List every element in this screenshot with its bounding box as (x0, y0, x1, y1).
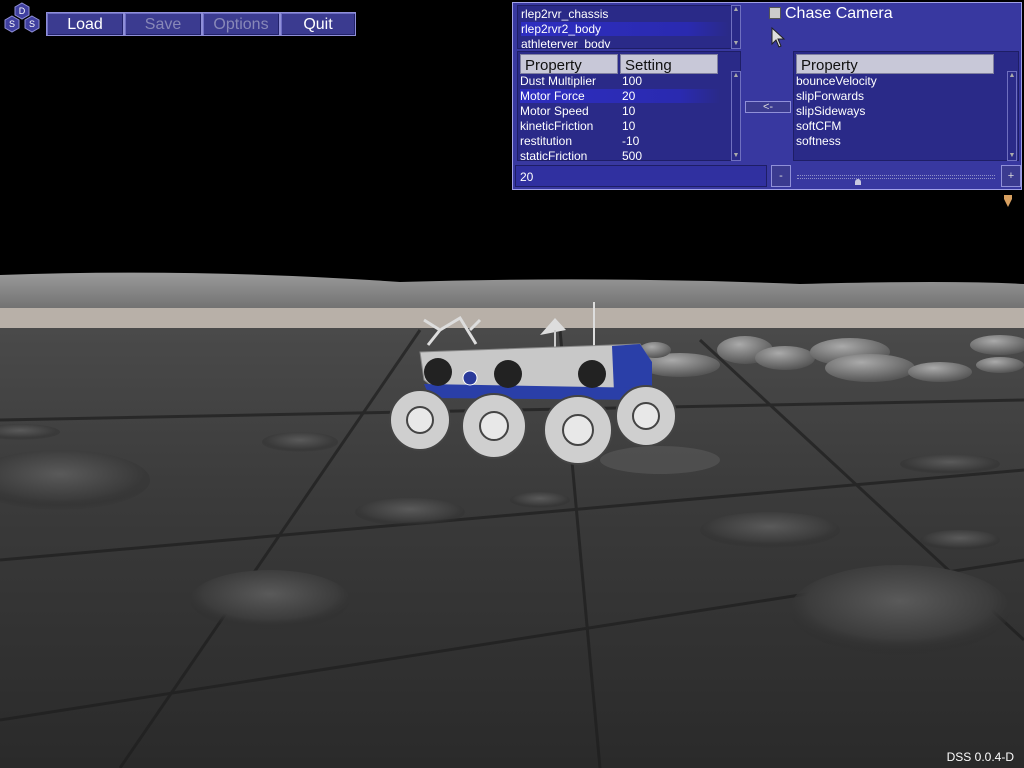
chase-camera-label: Chase Camera (785, 5, 893, 22)
object-list[interactable]: rlep2rvr_chassis rlep2rvr2_body athleter… (517, 5, 741, 49)
list-item[interactable]: athleterver_body (521, 37, 729, 48)
list-item[interactable]: softness (796, 134, 841, 148)
column-header-setting[interactable]: Setting (620, 54, 718, 74)
available-properties-list: Property bounceVelocity slipForwards sli… (793, 51, 1019, 161)
version-label: DSS 0.0.4-D (946, 750, 1014, 764)
move-property-button[interactable]: <- (745, 101, 791, 113)
property-table-scrollbar[interactable]: ▲ ▼ (731, 71, 741, 161)
row-setting: 10 (622, 119, 636, 133)
list-item-selected[interactable]: rlep2rvr2_body (521, 22, 729, 36)
list-item[interactable]: softCFM (796, 119, 841, 133)
load-button[interactable]: Load (46, 12, 124, 36)
row-setting: 100 (622, 74, 643, 88)
row-setting: 500 (622, 149, 643, 160)
options-button[interactable]: Options (202, 12, 280, 36)
svg-text:D: D (19, 6, 26, 16)
list-item[interactable]: slipForwards (796, 89, 864, 103)
column-header-property[interactable]: Property (520, 54, 618, 74)
dss-logo: D S S (4, 2, 40, 33)
scroll-down-icon[interactable]: ▼ (1008, 152, 1016, 160)
property-setting-table: Property Setting Dust Multiplier 100 Mot… (517, 51, 741, 161)
row-property: staticFriction (520, 149, 588, 160)
properties-panel: rlep2rvr_chassis rlep2rvr2_body athleter… (512, 2, 1022, 190)
decrement-button[interactable]: - (771, 165, 791, 187)
quit-button[interactable]: Quit (280, 12, 356, 36)
row-property: Dust Multiplier (520, 74, 597, 88)
object-list-scrollbar[interactable]: ▲ ▼ (731, 5, 741, 49)
increment-button[interactable]: + (1001, 165, 1021, 187)
save-button[interactable]: Save (124, 12, 202, 36)
row-setting: 20 (622, 89, 636, 103)
svg-text:S: S (29, 19, 35, 29)
scroll-up-icon[interactable]: ▲ (732, 72, 740, 80)
resize-handle-icon[interactable] (1003, 194, 1013, 208)
scroll-down-icon[interactable]: ▼ (732, 152, 740, 160)
list-item[interactable]: slipSideways (796, 104, 865, 118)
slider-track[interactable] (797, 175, 995, 179)
row-property: restitution (520, 134, 573, 148)
scroll-up-icon[interactable]: ▲ (1008, 72, 1016, 80)
mouse-cursor-icon (771, 27, 786, 48)
value-field-text: 20 (520, 170, 534, 184)
list-item[interactable]: rlep2rvr_chassis (521, 7, 729, 21)
chase-camera-checkbox[interactable] (769, 7, 781, 19)
value-field[interactable]: 20 (515, 165, 767, 187)
list-item[interactable]: bounceVelocity (796, 74, 877, 88)
row-property: Motor Force (520, 89, 585, 103)
column-header-property[interactable]: Property (796, 54, 994, 74)
svg-text:S: S (9, 19, 15, 29)
row-setting: -10 (622, 134, 640, 148)
row-property: kineticFriction (520, 119, 594, 133)
scroll-up-icon[interactable]: ▲ (732, 6, 740, 14)
value-slider[interactable] (795, 165, 999, 187)
slider-thumb[interactable] (855, 179, 861, 185)
row-property: Motor Speed (520, 104, 589, 118)
row-setting: 10 (622, 104, 636, 118)
scroll-down-icon[interactable]: ▼ (732, 40, 740, 48)
table-row-selected[interactable]: Motor Force 20 (520, 89, 720, 103)
available-properties-scrollbar[interactable]: ▲ ▼ (1007, 71, 1017, 161)
